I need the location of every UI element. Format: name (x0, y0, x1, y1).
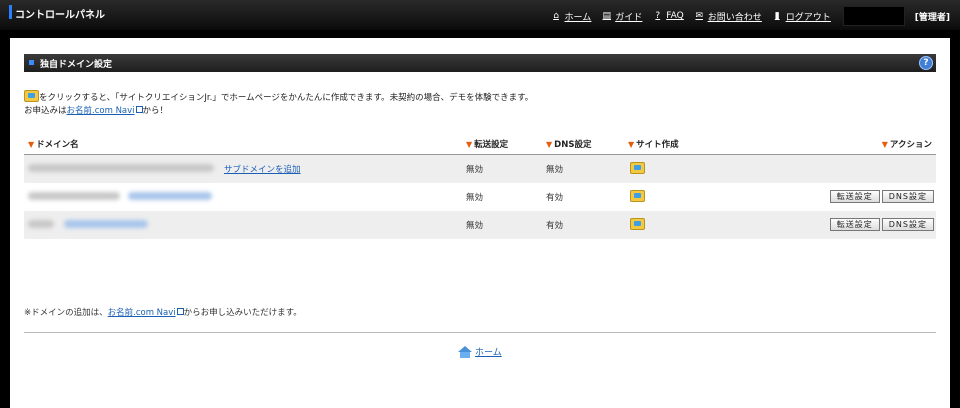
intro-line2-suffix: から！ (142, 106, 169, 116)
transfer-status: 無効 (466, 221, 484, 231)
intro-line1: をクリックすると、「サイトクリエイションJr.」でホームページをかんたんに作成で… (39, 93, 534, 103)
transfer-status: 無効 (466, 165, 484, 175)
row-actions: 転送設定 DNS設定 (829, 218, 934, 231)
header-action: ▼ アクション (881, 138, 932, 151)
site-folder-icon (630, 218, 645, 230)
intro-line2-prefix: お申込みは (24, 106, 67, 116)
footnote-suffix: からお申し込みいただけます。 (183, 308, 302, 318)
top-nav: ⌂ ホーム ▤ ガイド ? FAQ ✉ お問い合わせ ▮ ログアウト [管理者] (551, 6, 950, 26)
footer-home-label: ホーム (475, 348, 502, 358)
sort-triangle-icon: ▼ (628, 139, 635, 149)
nav-guide-label: ガイド (615, 12, 643, 23)
nav-home[interactable]: ⌂ ホーム (551, 10, 592, 23)
sort-triangle-icon: ▼ (546, 139, 553, 149)
transfer-settings-button[interactable]: 転送設定 (829, 190, 880, 203)
transfer-status: 無効 (466, 193, 484, 203)
domain-table: ▼ ドメイン名 ▼ 転送設定 ▼ DNS設定 ▼ サイト作成 ▼ アクション サ… (24, 133, 936, 239)
username-redacted (842, 6, 905, 26)
header-action-label: アクション (889, 140, 932, 150)
title-accent (9, 5, 12, 19)
sort-triangle-icon: ▼ (881, 139, 888, 149)
intro-text: をクリックすると、「サイトクリエイションJr.」でホームページをかんたんに作成で… (24, 90, 924, 118)
user-role: [管理者] (914, 12, 950, 23)
nav-faq-label: FAQ (666, 11, 684, 21)
sort-triangle-icon: ▼ (466, 139, 473, 149)
header-dns-label: DNS設定 (554, 140, 592, 150)
top-bar: コントロールパネル ⌂ ホーム ▤ ガイド ? FAQ ✉ お問い合わせ ▮ ロ… (0, 0, 960, 30)
site-folder-icon (630, 190, 645, 202)
footnote: ※ドメインの追加は、お名前.com Navi からお申し込みいただけます。 (24, 306, 302, 318)
add-subdomain-link[interactable]: サブドメインを追加 (224, 163, 301, 175)
add-subdomain-link-redacted[interactable] (128, 192, 212, 200)
nav-home-label: ホーム (564, 12, 592, 23)
domain-name-redacted (28, 220, 54, 228)
home-icon: ⌂ (553, 11, 559, 21)
site-folder-icon (24, 90, 39, 102)
table-row: 無効 有効 転送設定 DNS設定 (24, 183, 936, 211)
app-title: コントロールパネル (15, 10, 105, 21)
dns-settings-button[interactable]: DNS設定 (881, 190, 934, 203)
divider (24, 332, 936, 333)
site-folder-icon (630, 162, 645, 174)
nav-guide[interactable]: ▤ ガイド (601, 10, 643, 23)
footnote-prefix: ※ドメインの追加は、 (24, 308, 108, 318)
nav-contact-label: お問い合わせ (707, 12, 762, 23)
question-icon: ? (655, 11, 661, 21)
table-row: 無効 有効 転送設定 DNS設定 (24, 211, 936, 239)
nav-logout[interactable]: ▮ ログアウト (772, 10, 831, 23)
header-transfer-label: 転送設定 (474, 140, 509, 150)
dns-status: 有効 (546, 193, 564, 203)
onamae-navi-link[interactable]: お名前.com Navi (67, 106, 135, 116)
help-icon[interactable]: ? (919, 56, 933, 70)
mail-icon: ✉ (695, 11, 703, 21)
nav-faq[interactable]: ? FAQ (652, 11, 683, 21)
header-site-label: サイト作成 (636, 140, 679, 150)
nav-contact[interactable]: ✉ お問い合わせ (694, 10, 762, 23)
home-icon (458, 345, 472, 358)
header-domain[interactable]: ▼ ドメイン名 (28, 138, 79, 151)
book-icon: ▤ (602, 11, 612, 21)
footer-home-link[interactable]: ホーム (458, 345, 502, 358)
main-panel: 独自ドメイン設定 ? をクリックすると、「サイトクリエイションJr.」でホームペ… (10, 38, 950, 408)
section-header: 独自ドメイン設定 ? (24, 54, 936, 72)
dns-status: 無効 (546, 165, 564, 175)
dns-settings-button[interactable]: DNS設定 (881, 218, 934, 231)
logout-icon: ▮ (774, 11, 780, 21)
section-title: 独自ドメイン設定 (40, 59, 113, 70)
section-marker-icon (29, 60, 34, 65)
header-transfer[interactable]: ▼ 転送設定 (466, 138, 509, 151)
header-domain-label: ドメイン名 (36, 140, 79, 150)
domain-name-redacted (28, 164, 214, 172)
site-create-button[interactable] (630, 162, 645, 175)
header-site[interactable]: ▼ サイト作成 (628, 138, 679, 151)
header-dns[interactable]: ▼ DNS設定 (546, 138, 592, 151)
sort-triangle-icon: ▼ (28, 139, 35, 149)
site-create-button[interactable] (630, 190, 645, 203)
add-subdomain-link-redacted[interactable] (64, 220, 148, 228)
row-actions: 転送設定 DNS設定 (829, 190, 934, 203)
dns-status: 有効 (546, 221, 564, 231)
table-header: ▼ ドメイン名 ▼ 転送設定 ▼ DNS設定 ▼ サイト作成 ▼ アクション (24, 133, 936, 155)
table-row: サブドメインを追加 無効 無効 (24, 155, 936, 183)
site-create-button[interactable] (630, 218, 645, 231)
nav-logout-label: ログアウト (785, 12, 831, 23)
external-link-icon (176, 308, 184, 315)
footnote-onamae-link[interactable]: お名前.com Navi (108, 308, 176, 318)
external-link-icon (135, 106, 143, 113)
transfer-settings-button[interactable]: 転送設定 (829, 218, 880, 231)
domain-name-redacted (28, 192, 120, 200)
